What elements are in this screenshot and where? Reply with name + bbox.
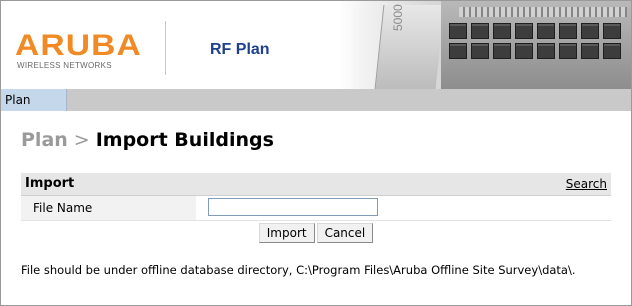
search-link[interactable]: Search (566, 177, 607, 191)
chassis-vent-strip (459, 7, 627, 17)
breadcrumb-parent[interactable]: Plan (21, 129, 68, 151)
logo-wordmark: ARUBA (15, 29, 142, 62)
file-name-input[interactable] (208, 198, 378, 216)
directory-note: File should be under offline database di… (21, 263, 576, 277)
nav-bar: Plan (1, 89, 631, 111)
file-name-row: File Name (21, 196, 611, 221)
import-panel: Import Search File Name Import Cancel (21, 173, 611, 245)
port-icon (493, 23, 511, 39)
chassis-panel (374, 5, 445, 89)
port-icon (515, 23, 533, 39)
port-icon (559, 23, 577, 39)
aruba-logo: ARUBA WIRELESS NETWORKS (15, 31, 145, 73)
header-divider (165, 21, 166, 75)
port-icon (559, 43, 577, 59)
port-icon (449, 43, 467, 59)
hardware-banner-image: 5000 (339, 1, 631, 89)
port-icon (471, 23, 489, 39)
file-name-label: File Name (21, 196, 196, 220)
port-icon (493, 43, 511, 59)
cancel-button[interactable]: Cancel (316, 223, 374, 243)
port-icon (537, 23, 555, 39)
port-icon (449, 23, 467, 39)
header-banner: ARUBA WIRELESS NETWORKS RF Plan 5000 (1, 1, 631, 89)
import-panel-header: Import Search (21, 173, 611, 196)
logo-tagline: WIRELESS NETWORKS (17, 61, 112, 70)
port-icon (581, 43, 599, 59)
breadcrumb-current: Import Buildings (95, 129, 274, 151)
app-title: RF Plan (210, 41, 270, 58)
chassis-model-number: 5000 (391, 4, 405, 31)
ethernet-ports (449, 23, 621, 59)
page-title: Plan > Import Buildings (21, 129, 274, 151)
port-icon (603, 23, 621, 39)
port-icon (537, 43, 555, 59)
port-icon (515, 43, 533, 59)
tab-plan[interactable]: Plan (1, 89, 67, 111)
import-panel-title: Import (25, 176, 75, 191)
import-button[interactable]: Import (258, 223, 315, 243)
breadcrumb-separator: > (73, 129, 90, 151)
port-icon (581, 23, 599, 39)
port-icon (471, 43, 489, 59)
port-icon (603, 43, 621, 59)
button-row: Import Cancel (21, 221, 611, 245)
app-window: ARUBA WIRELESS NETWORKS RF Plan 5000 Pla… (0, 0, 632, 306)
